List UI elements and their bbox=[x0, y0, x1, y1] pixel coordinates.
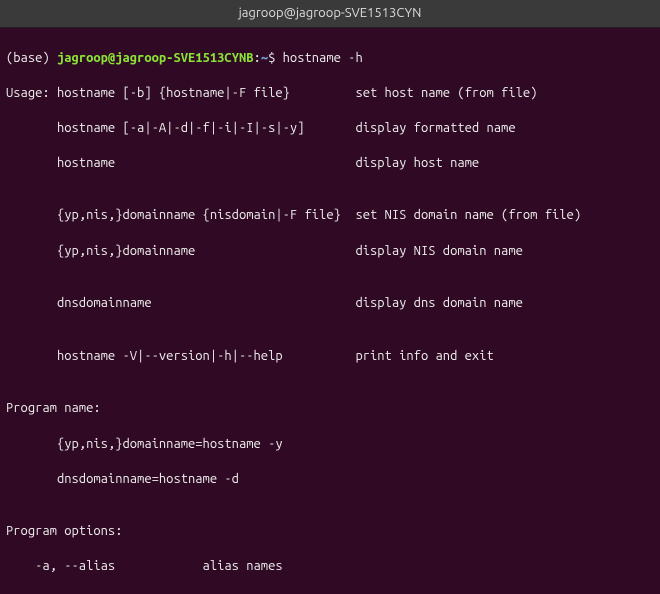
output-line: dnsdomainname display dns domain name bbox=[6, 295, 654, 313]
output-line: Program options: bbox=[6, 523, 654, 541]
terminal-area[interactable]: (base) jagroop@jagroop-SVE1513CYNB:~$ ho… bbox=[0, 28, 660, 594]
output-line: hostname -V|--version|-h|--help print in… bbox=[6, 348, 654, 366]
output-line: Usage: hostname [-b] {hostname|-F file} … bbox=[6, 85, 654, 103]
window-titlebar: jagroop@jagroop-SVE1513CYN bbox=[0, 0, 660, 28]
window-title: jagroop@jagroop-SVE1513CYN bbox=[239, 5, 422, 23]
output-line: hostname [-a|-A|-d|-f|-i|-I|-s|-y] displ… bbox=[6, 120, 654, 138]
output-line: {yp,nis,}domainname display NIS domain n… bbox=[6, 243, 654, 261]
prompt-env: (base) bbox=[6, 51, 57, 65]
prompt-path: ~ bbox=[261, 51, 268, 65]
output-line: hostname display host name bbox=[6, 155, 654, 173]
prompt-line-1: (base) jagroop@jagroop-SVE1513CYNB:~$ ho… bbox=[6, 50, 654, 68]
prompt-colon: : bbox=[254, 51, 261, 65]
output-line: {yp,nis,}domainname=hostname -y bbox=[6, 436, 654, 454]
output-line: Program name: bbox=[6, 400, 654, 418]
output-line: -a, --alias alias names bbox=[6, 558, 654, 576]
prompt-user-host: jagroop@jagroop-SVE1513CYNB bbox=[57, 51, 254, 65]
command-text: hostname -h bbox=[283, 51, 363, 65]
output-line: dnsdomainname=hostname -d bbox=[6, 471, 654, 489]
prompt-dollar: $ bbox=[268, 51, 283, 65]
output-line: {yp,nis,}domainname {nisdomain|-F file} … bbox=[6, 207, 654, 225]
